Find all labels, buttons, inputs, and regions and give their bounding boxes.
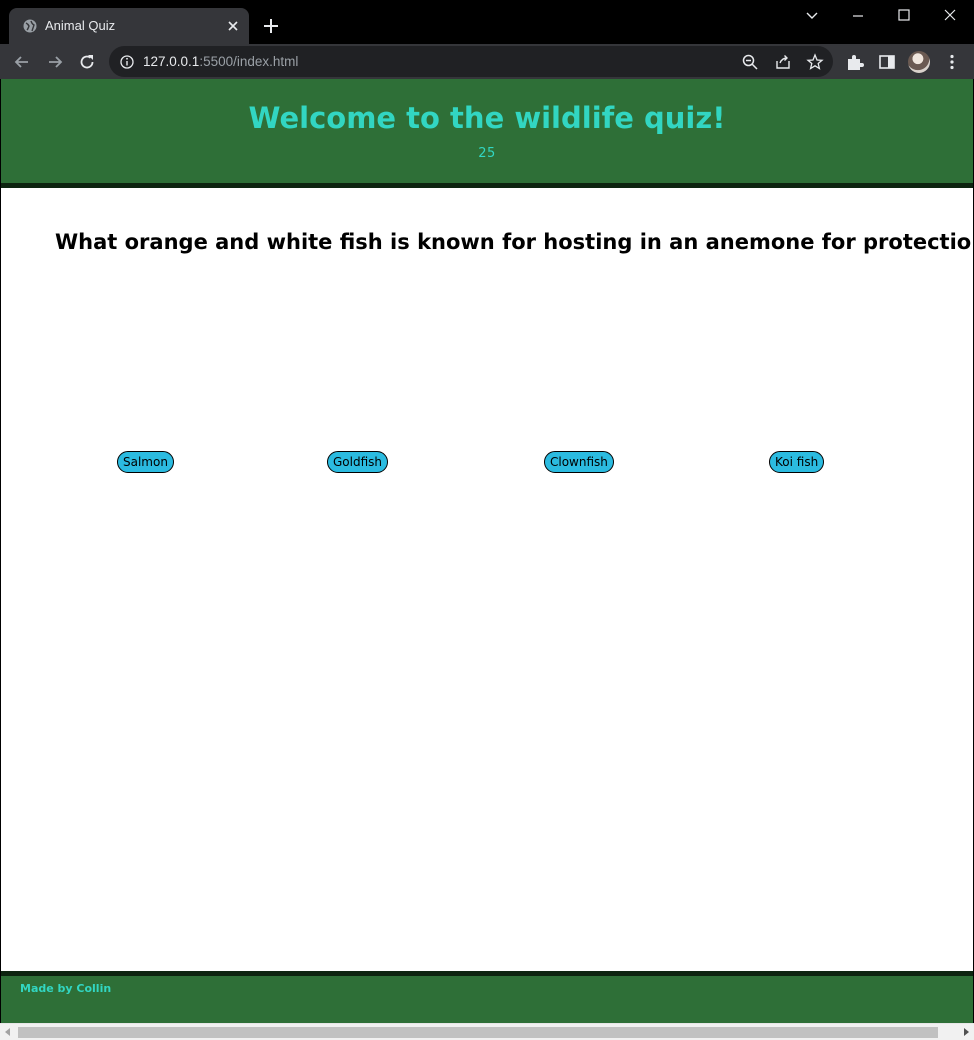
- zoom-out-icon[interactable]: [741, 53, 759, 71]
- minimize-icon[interactable]: [847, 6, 869, 26]
- plus-icon[interactable]: [262, 17, 280, 35]
- close-icon[interactable]: [939, 6, 961, 26]
- close-icon[interactable]: [225, 18, 241, 34]
- answer-button-goldfish[interactable]: Goldfish: [327, 451, 389, 473]
- site-footer: Made by Collin: [1, 971, 973, 1023]
- question-text: What orange and white fish is known for …: [55, 230, 973, 254]
- score-counter: 25: [478, 146, 496, 161]
- share-icon[interactable]: [774, 53, 792, 71]
- scroll-left-arrow-icon[interactable]: [5, 1028, 10, 1036]
- back-arrow-icon[interactable]: [12, 52, 32, 72]
- maximize-icon[interactable]: [893, 6, 915, 26]
- page-viewport: Welcome to the wildlife quiz! 25 What or…: [1, 79, 973, 1023]
- side-panel-icon[interactable]: [877, 52, 897, 72]
- info-icon[interactable]: [119, 54, 135, 70]
- horizontal-scrollbar[interactable]: [0, 1023, 974, 1040]
- puzzle-icon[interactable]: [845, 52, 865, 72]
- browser-titlebar: Animal Quiz: [0, 0, 974, 44]
- kebab-menu-icon[interactable]: [942, 52, 962, 72]
- scroll-right-arrow-icon[interactable]: [964, 1028, 969, 1036]
- site-header: Welcome to the wildlife quiz! 25: [1, 79, 973, 188]
- reload-icon[interactable]: [77, 52, 97, 72]
- url-path: :5500/index.html: [199, 54, 299, 69]
- url-text: 127.0.0.1:5500/index.html: [143, 54, 298, 69]
- star-icon[interactable]: [806, 53, 824, 71]
- address-bar[interactable]: 127.0.0.1:5500/index.html: [109, 46, 833, 77]
- answer-button-salmon[interactable]: Salmon: [117, 451, 174, 473]
- answer-button-koi-fish[interactable]: Koi fish: [769, 451, 825, 473]
- footer-credit: Made by Collin: [20, 982, 112, 995]
- tab-title: Animal Quiz: [45, 18, 116, 33]
- url-host: 127.0.0.1: [143, 54, 200, 69]
- globe-icon: [23, 19, 37, 33]
- answer-button-clownfish[interactable]: Clownfish: [544, 451, 614, 473]
- browser-toolbar: 127.0.0.1:5500/index.html: [0, 44, 974, 79]
- forward-arrow-icon[interactable]: [45, 52, 65, 72]
- avatar[interactable]: [908, 51, 930, 73]
- page-title: Welcome to the wildlife quiz!: [248, 101, 726, 135]
- browser-tab[interactable]: Animal Quiz: [9, 8, 249, 44]
- scrollbar-thumb[interactable]: [18, 1027, 938, 1038]
- chevron-down-icon[interactable]: [801, 6, 823, 26]
